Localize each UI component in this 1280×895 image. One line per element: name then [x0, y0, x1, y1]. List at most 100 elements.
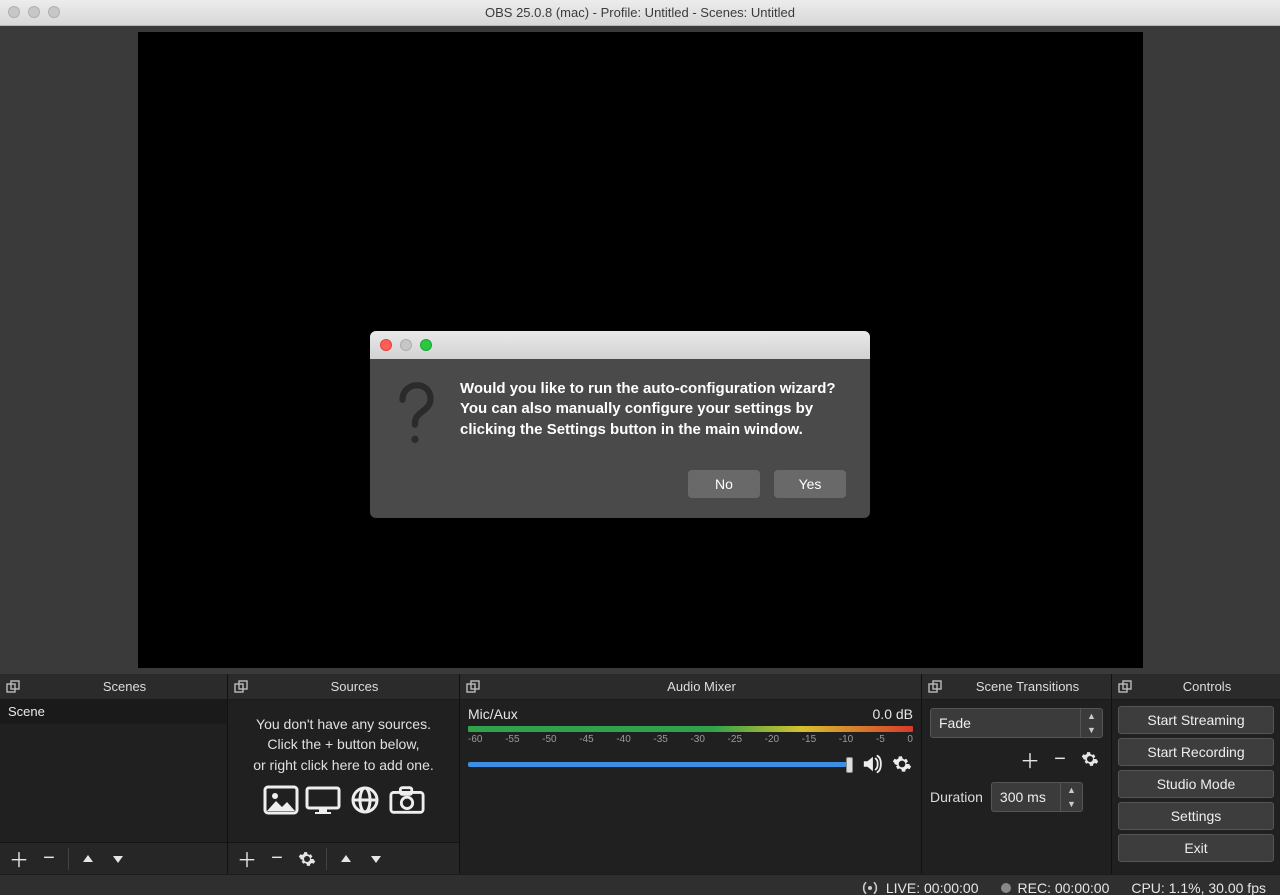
tick: -25	[728, 734, 742, 745]
tick: -35	[653, 734, 667, 745]
duration-label: Duration	[930, 789, 983, 805]
cpu-fps: CPU: 1.1%, 30.00 fps	[1131, 880, 1266, 895]
sources-dock: Sources You don't have any sources. Clic…	[228, 674, 460, 874]
transition-properties-button[interactable]	[1077, 746, 1103, 772]
controls-title: Controls	[1134, 679, 1280, 694]
tick: -10	[839, 734, 853, 745]
transitions-title: Scene Transitions	[944, 679, 1111, 694]
live-timer: LIVE: 00:00:00	[886, 880, 979, 895]
preview-area: Would you like to run the auto-configura…	[0, 26, 1280, 674]
separator	[326, 848, 327, 870]
audio-mixer-dock: Audio Mixer Mic/Aux 0.0 dB -60 -55 -50	[460, 674, 922, 874]
source-properties-button[interactable]	[292, 845, 322, 873]
rec-status: REC: 00:00:00	[1001, 880, 1110, 895]
vu-meter: -60 -55 -50 -45 -40 -35 -30 -25 -20 -15 …	[468, 726, 913, 745]
move-scene-down-button[interactable]	[103, 845, 133, 873]
transition-select[interactable]: Fade ▲▼	[930, 708, 1103, 738]
empty-line: You don't have any sources.	[238, 714, 449, 734]
image-source-icon	[263, 783, 299, 817]
traffic-lights	[8, 6, 60, 18]
channel-name: Mic/Aux	[468, 706, 518, 722]
channel-db: 0.0 dB	[873, 706, 913, 722]
window-minimize-button[interactable]	[28, 6, 40, 18]
volume-slider[interactable]	[468, 762, 853, 767]
rec-timer: REC: 00:00:00	[1018, 880, 1110, 895]
add-source-button[interactable]: ＋	[232, 845, 262, 873]
dialog-yes-button[interactable]: Yes	[774, 470, 846, 498]
broadcast-icon	[861, 881, 879, 895]
camera-source-icon	[389, 783, 425, 817]
obs-main-window: OBS 25.0.8 (mac) - Profile: Untitled - S…	[0, 0, 1280, 895]
docks-row: Scenes Scene ＋ − Sources You don't have …	[0, 674, 1280, 874]
titlebar: OBS 25.0.8 (mac) - Profile: Untitled - S…	[0, 0, 1280, 26]
scenes-list[interactable]: Scene	[0, 700, 227, 842]
live-status: LIVE: 00:00:00	[861, 880, 979, 895]
tick: -40	[616, 734, 630, 745]
exit-button[interactable]: Exit	[1118, 834, 1274, 862]
move-source-up-button[interactable]	[331, 845, 361, 873]
auto-config-dialog: Would you like to run the auto-configura…	[370, 331, 870, 518]
duration-spinbox[interactable]: 300 ms ▲▼	[991, 782, 1083, 812]
move-scene-up-button[interactable]	[73, 845, 103, 873]
tick: -20	[765, 734, 779, 745]
remove-transition-button[interactable]: −	[1047, 746, 1073, 772]
tick: -50	[542, 734, 556, 745]
sources-dock-title: Sources	[250, 679, 459, 694]
transition-selected: Fade	[931, 709, 1080, 737]
mixer-channel: Mic/Aux 0.0 dB -60 -55 -50 -45 -40 -35 -…	[460, 700, 921, 779]
stepper-arrows-icon: ▲▼	[1080, 709, 1102, 737]
remove-source-button[interactable]: −	[262, 845, 292, 873]
channel-settings-button[interactable]	[891, 753, 913, 775]
tick: -15	[802, 734, 816, 745]
window-close-button[interactable]	[8, 6, 20, 18]
dialog-titlebar	[370, 331, 870, 359]
tick: -45	[579, 734, 593, 745]
add-scene-button[interactable]: ＋	[4, 845, 34, 873]
dialog-message: Would you like to run the auto-configura…	[460, 379, 846, 452]
separator	[68, 848, 69, 870]
tick: -30	[690, 734, 704, 745]
duration-value: 300 ms	[992, 783, 1060, 811]
sources-list[interactable]: You don't have any sources. Click the + …	[228, 700, 459, 842]
add-transition-button[interactable]: ＋	[1017, 746, 1043, 772]
record-dot-icon	[1001, 883, 1011, 893]
settings-button[interactable]: Settings	[1118, 802, 1274, 830]
cpu-status: CPU: 1.1%, 30.00 fps	[1131, 880, 1266, 895]
popout-icon[interactable]	[1116, 678, 1134, 696]
start-recording-button[interactable]: Start Recording	[1118, 738, 1274, 766]
start-streaming-button[interactable]: Start Streaming	[1118, 706, 1274, 734]
studio-mode-button[interactable]: Studio Mode	[1118, 770, 1274, 798]
sources-toolbar: ＋ −	[228, 842, 459, 874]
remove-scene-button[interactable]: −	[34, 845, 64, 873]
popout-icon[interactable]	[926, 678, 944, 696]
move-source-down-button[interactable]	[361, 845, 391, 873]
display-source-icon	[305, 783, 341, 817]
dialog-zoom-button[interactable]	[420, 339, 432, 351]
scene-transitions-dock: Scene Transitions Fade ▲▼ ＋ − Duration	[922, 674, 1112, 874]
tick: -60	[468, 734, 482, 745]
tick: -55	[505, 734, 519, 745]
popout-icon[interactable]	[4, 678, 22, 696]
window-zoom-button[interactable]	[48, 6, 60, 18]
scene-item[interactable]: Scene	[0, 700, 227, 724]
window-title: OBS 25.0.8 (mac) - Profile: Untitled - S…	[485, 5, 795, 20]
status-bar: LIVE: 00:00:00 REC: 00:00:00 CPU: 1.1%, …	[0, 874, 1280, 895]
mute-button[interactable]	[861, 753, 883, 775]
dialog-no-button[interactable]: No	[688, 470, 760, 498]
popout-icon[interactable]	[464, 678, 482, 696]
popout-icon[interactable]	[232, 678, 250, 696]
dialog-minimize-button	[400, 339, 412, 351]
browser-source-icon	[347, 783, 383, 817]
empty-line: or right click here to add one.	[238, 755, 449, 775]
sources-empty-state: You don't have any sources. Click the + …	[228, 700, 459, 823]
audio-mixer-title: Audio Mixer	[482, 679, 921, 694]
scenes-toolbar: ＋ −	[0, 842, 227, 874]
controls-dock: Controls Start Streaming Start Recording…	[1112, 674, 1280, 874]
tick: 0	[907, 734, 913, 745]
question-icon	[390, 379, 442, 452]
tick: -5	[876, 734, 885, 745]
dialog-close-button[interactable]	[380, 339, 392, 351]
scenes-dock: Scenes Scene ＋ −	[0, 674, 228, 874]
empty-line: Click the + button below,	[238, 734, 449, 754]
scenes-dock-title: Scenes	[22, 679, 227, 694]
